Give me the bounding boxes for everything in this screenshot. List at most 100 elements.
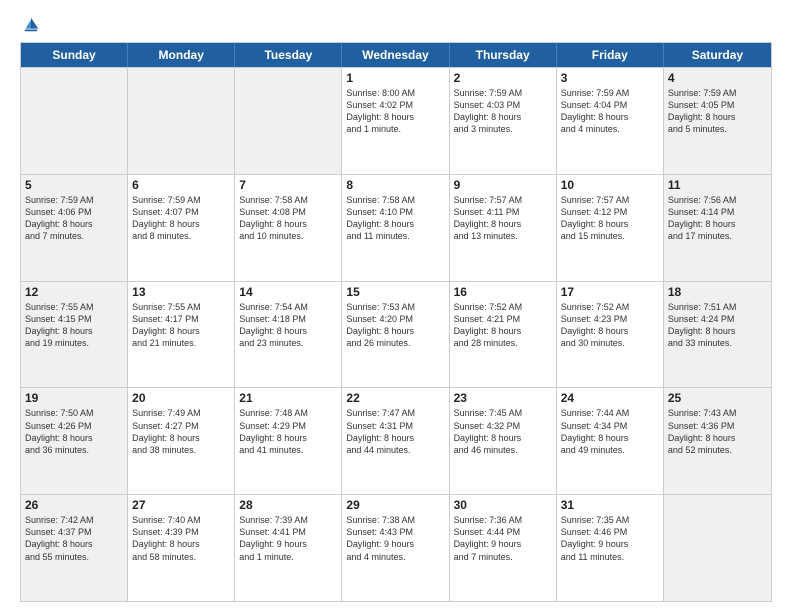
calendar-cell [664,495,771,601]
day-number: 27 [132,498,230,512]
calendar-cell [235,68,342,174]
weekday-header: Monday [128,43,235,67]
calendar-row: 1 Sunrise: 8:00 AM Sunset: 4:02 PM Daylig… [21,67,771,174]
calendar-cell: 1 Sunrise: 8:00 AM Sunset: 4:02 PM Daylig… [342,68,449,174]
calendar-cell: 9 Sunrise: 7:57 AM Sunset: 4:11 PM Daylig… [450,175,557,281]
day-number: 17 [561,285,659,299]
day-number: 18 [668,285,767,299]
cell-info: Sunrise: 7:57 AM Sunset: 4:11 PM Dayligh… [454,194,552,243]
cell-info: Sunrise: 7:39 AM Sunset: 4:41 PM Dayligh… [239,514,337,563]
cell-info: Sunrise: 7:52 AM Sunset: 4:21 PM Dayligh… [454,301,552,350]
calendar-cell: 8Sunrise: 7:58 AM Sunset: 4:10 PM Daylig… [342,175,449,281]
cell-info: Sunrise: 7:42 AM Sunset: 4:37 PM Dayligh… [25,514,123,563]
cell-info: Sunrise: 7:45 AM Sunset: 4:32 PM Dayligh… [454,407,552,456]
calendar-cell [128,68,235,174]
page: SundayMondayTuesdayWednesdayThursdayFrid… [0,0,792,612]
day-number: 15 [346,285,444,299]
calendar-row: 26 Sunrise: 7:42 AM Sunset: 4:37 PM Dayli… [21,494,771,601]
calendar-cell: 28 Sunrise: 7:39 AM Sunset: 4:41 PM Dayli… [235,495,342,601]
calendar-cell: 19 Sunrise: 7:50 AM Sunset: 4:26 PM Dayli… [21,388,128,494]
day-number: 8 [346,178,444,192]
logo [20,16,40,34]
calendar-cell: 4 Sunrise: 7:59 AM Sunset: 4:05 PM Daylig… [664,68,771,174]
calendar-cell [21,68,128,174]
calendar-cell: 22 Sunrise: 7:47 AM Sunset: 4:31 PM Dayli… [342,388,449,494]
calendar-cell: 6 Sunrise: 7:59 AM Sunset: 4:07 PM Daylig… [128,175,235,281]
cell-info: Sunrise: 7:55 AM Sunset: 4:15 PM Dayligh… [25,301,123,350]
cell-info: Sunrise: 7:44 AM Sunset: 4:34 PM Dayligh… [561,407,659,456]
day-number: 24 [561,391,659,405]
calendar-row: 12Sunrise: 7:55 AM Sunset: 4:15 PM Dayli… [21,281,771,388]
cell-info: Sunrise: 7:58 AM Sunset: 4:08 PM Dayligh… [239,194,337,243]
weekday-header: Thursday [450,43,557,67]
header [20,16,772,34]
cell-info: Sunrise: 8:00 AM Sunset: 4:02 PM Dayligh… [346,87,444,136]
day-number: 19 [25,391,123,405]
cell-info: Sunrise: 7:59 AM Sunset: 4:07 PM Dayligh… [132,194,230,243]
cell-info: Sunrise: 7:59 AM Sunset: 4:04 PM Dayligh… [561,87,659,136]
cell-info: Sunrise: 7:55 AM Sunset: 4:17 PM Dayligh… [132,301,230,350]
weekday-header: Wednesday [342,43,449,67]
day-number: 21 [239,391,337,405]
cell-info: Sunrise: 7:47 AM Sunset: 4:31 PM Dayligh… [346,407,444,456]
cell-info: Sunrise: 7:59 AM Sunset: 4:05 PM Dayligh… [668,87,767,136]
calendar-cell: 11Sunrise: 7:56 AM Sunset: 4:14 PM Dayli… [664,175,771,281]
cell-info: Sunrise: 7:50 AM Sunset: 4:26 PM Dayligh… [25,407,123,456]
calendar-cell: 29 Sunrise: 7:38 AM Sunset: 4:43 PM Dayli… [342,495,449,601]
calendar-cell: 26 Sunrise: 7:42 AM Sunset: 4:37 PM Dayli… [21,495,128,601]
calendar-cell: 14 Sunrise: 7:54 AM Sunset: 4:18 PM Dayli… [235,282,342,388]
day-number: 10 [561,178,659,192]
day-number: 14 [239,285,337,299]
calendar-cell: 16Sunrise: 7:52 AM Sunset: 4:21 PM Dayli… [450,282,557,388]
cell-info: Sunrise: 7:59 AM Sunset: 4:03 PM Dayligh… [454,87,552,136]
day-number: 20 [132,391,230,405]
calendar-cell: 3 Sunrise: 7:59 AM Sunset: 4:04 PM Daylig… [557,68,664,174]
cell-info: Sunrise: 7:35 AM Sunset: 4:46 PM Dayligh… [561,514,659,563]
day-number: 2 [454,71,552,85]
weekday-header: Tuesday [235,43,342,67]
calendar-cell: 5 Sunrise: 7:59 AM Sunset: 4:06 PM Daylig… [21,175,128,281]
calendar-cell: 30 Sunrise: 7:36 AM Sunset: 4:44 PM Dayli… [450,495,557,601]
calendar: SundayMondayTuesdayWednesdayThursdayFrid… [20,42,772,602]
day-number: 13 [132,285,230,299]
calendar-row: 19 Sunrise: 7:50 AM Sunset: 4:26 PM Dayli… [21,387,771,494]
cell-info: Sunrise: 7:40 AM Sunset: 4:39 PM Dayligh… [132,514,230,563]
cell-info: Sunrise: 7:53 AM Sunset: 4:20 PM Dayligh… [346,301,444,350]
cell-info: Sunrise: 7:36 AM Sunset: 4:44 PM Dayligh… [454,514,552,563]
day-number: 25 [668,391,767,405]
calendar-cell: 12Sunrise: 7:55 AM Sunset: 4:15 PM Dayli… [21,282,128,388]
cell-info: Sunrise: 7:51 AM Sunset: 4:24 PM Dayligh… [668,301,767,350]
day-number: 26 [25,498,123,512]
calendar-cell: 15 Sunrise: 7:53 AM Sunset: 4:20 PM Dayli… [342,282,449,388]
calendar-cell: 21 Sunrise: 7:48 AM Sunset: 4:29 PM Dayli… [235,388,342,494]
day-number: 4 [668,71,767,85]
calendar-cell: 10Sunrise: 7:57 AM Sunset: 4:12 PM Dayli… [557,175,664,281]
day-number: 29 [346,498,444,512]
day-number: 7 [239,178,337,192]
day-number: 9 [454,178,552,192]
day-number: 30 [454,498,552,512]
cell-info: Sunrise: 7:54 AM Sunset: 4:18 PM Dayligh… [239,301,337,350]
calendar-cell: 13 Sunrise: 7:55 AM Sunset: 4:17 PM Dayli… [128,282,235,388]
day-number: 3 [561,71,659,85]
calendar-cell: 24 Sunrise: 7:44 AM Sunset: 4:34 PM Dayli… [557,388,664,494]
day-number: 6 [132,178,230,192]
calendar-cell: 27 Sunrise: 7:40 AM Sunset: 4:39 PM Dayli… [128,495,235,601]
cell-info: Sunrise: 7:38 AM Sunset: 4:43 PM Dayligh… [346,514,444,563]
calendar-cell: 23Sunrise: 7:45 AM Sunset: 4:32 PM Dayli… [450,388,557,494]
day-number: 1 [346,71,444,85]
day-number: 5 [25,178,123,192]
cell-info: Sunrise: 7:52 AM Sunset: 4:23 PM Dayligh… [561,301,659,350]
weekday-header: Friday [557,43,664,67]
calendar-cell: 31Sunrise: 7:35 AM Sunset: 4:46 PM Dayli… [557,495,664,601]
logo-icon [22,16,40,34]
day-number: 28 [239,498,337,512]
cell-info: Sunrise: 7:49 AM Sunset: 4:27 PM Dayligh… [132,407,230,456]
cell-info: Sunrise: 7:48 AM Sunset: 4:29 PM Dayligh… [239,407,337,456]
cell-info: Sunrise: 7:59 AM Sunset: 4:06 PM Dayligh… [25,194,123,243]
day-number: 22 [346,391,444,405]
calendar-row: 5 Sunrise: 7:59 AM Sunset: 4:06 PM Daylig… [21,174,771,281]
day-number: 11 [668,178,767,192]
cell-info: Sunrise: 7:43 AM Sunset: 4:36 PM Dayligh… [668,407,767,456]
calendar-cell: 2 Sunrise: 7:59 AM Sunset: 4:03 PM Daylig… [450,68,557,174]
